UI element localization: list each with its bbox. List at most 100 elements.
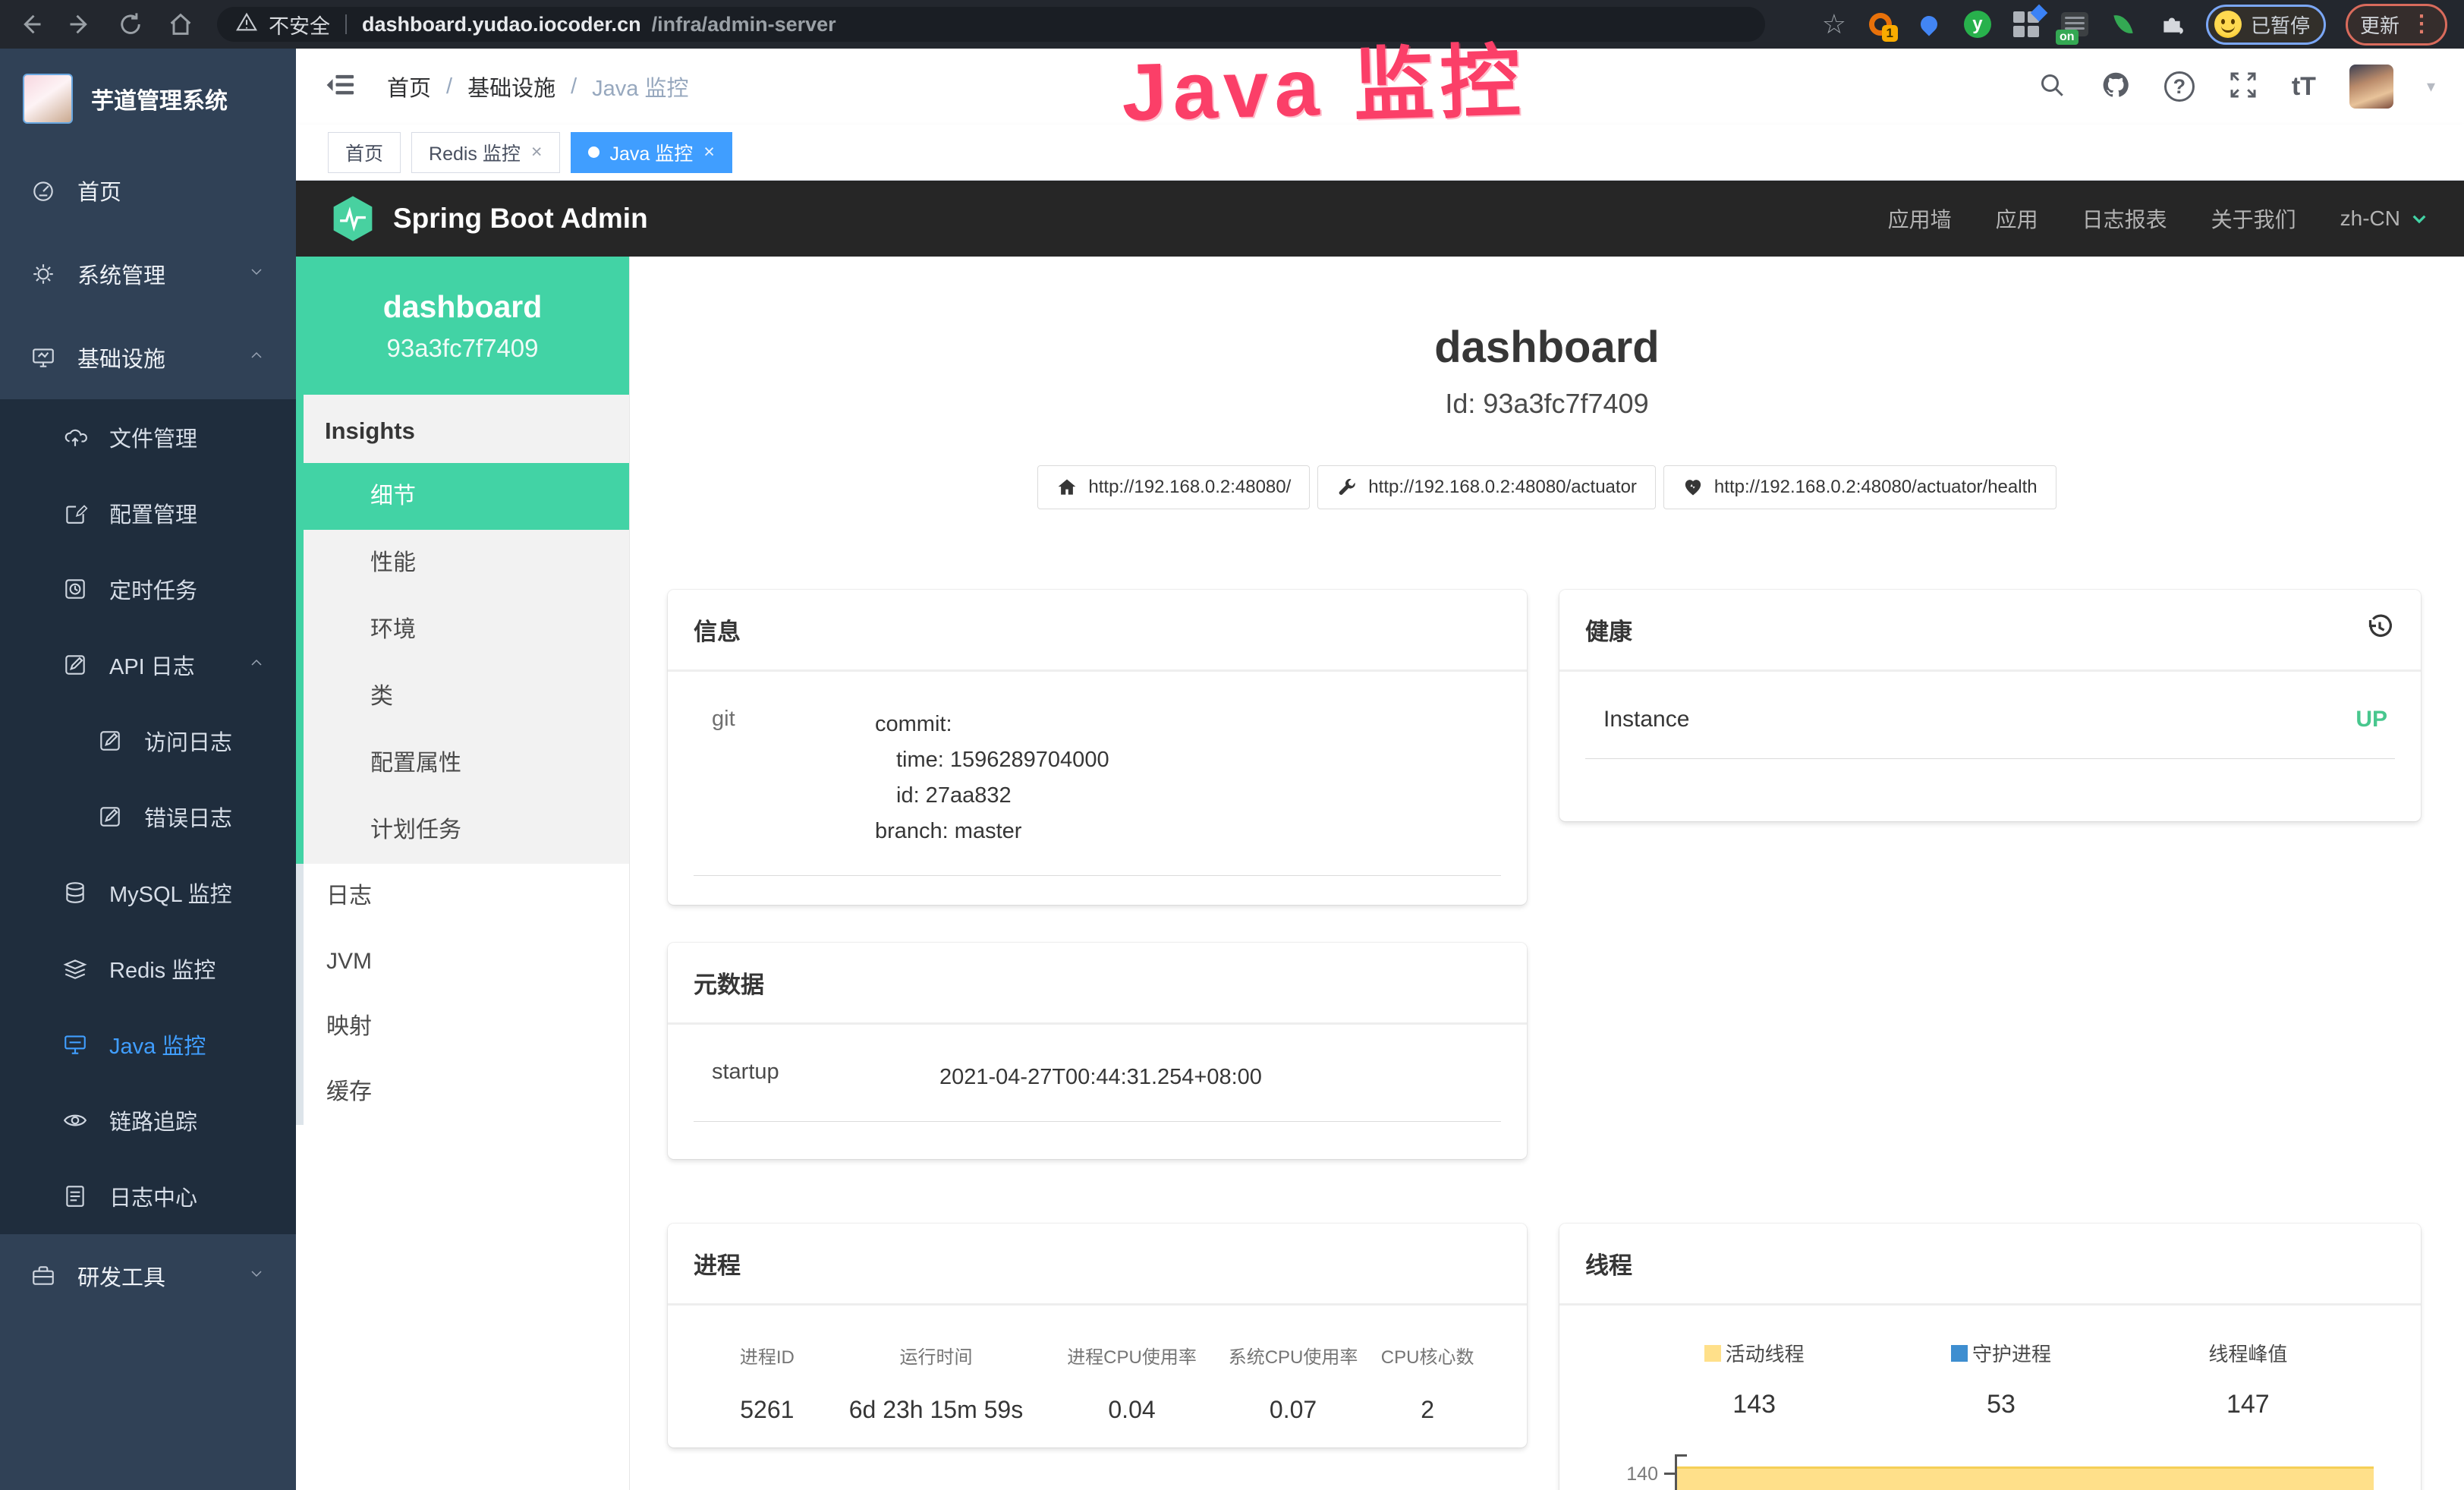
sidebar-item-system[interactable]: 系统管理 [0, 232, 296, 316]
sidebar-item-errorlog[interactable]: 错误日志 [0, 779, 296, 855]
back-icon[interactable] [17, 11, 44, 38]
sba-item-caches[interactable]: 缓存 [304, 1060, 629, 1125]
git-time-line: time: 1596289704000 [875, 742, 1109, 778]
close-icon[interactable]: × [703, 141, 715, 163]
tab-java[interactable]: Java 监控 × [571, 132, 732, 173]
browser-update-button[interactable]: 更新 ⋮ [2346, 4, 2447, 46]
sidebar-item-infra[interactable]: 基础设施 [0, 316, 296, 399]
process-pid: 5261 [713, 1396, 821, 1424]
sba-nav-applications[interactable]: 应用 [1996, 203, 2038, 234]
app-logo-row[interactable]: 芋道管理系统 [0, 49, 296, 149]
tab-redis[interactable]: Redis 监控 × [411, 132, 559, 173]
sba-item-classes[interactable]: 类 [304, 663, 629, 730]
sba-item-env[interactable]: 环境 [304, 597, 629, 663]
history-icon[interactable] [2365, 613, 2395, 647]
font-size-icon[interactable]: tT [2292, 72, 2316, 102]
breadcrumb-home[interactable]: 首页 [387, 71, 431, 102]
active-tab-dot [588, 146, 599, 158]
locale-selector[interactable]: zh-CN [2340, 206, 2429, 231]
on-extension-icon[interactable]: on [2060, 10, 2089, 39]
sidebar-item-devtools[interactable]: 研发工具 [0, 1234, 296, 1318]
breadcrumb-infra[interactable]: 基础设施 [467, 71, 555, 102]
avatar-caret-icon[interactable]: ▾ [2427, 77, 2435, 96]
address-bar[interactable]: 不安全 dashboard.yudao.iocoder.cn/infra/adm… [217, 7, 1765, 42]
grid-extension-icon[interactable] [2012, 10, 2041, 39]
header-actions: ? tT ▾ [2037, 65, 2435, 109]
chevron-up-icon [247, 653, 266, 678]
chevron-down-icon [247, 1264, 266, 1289]
bookmark-star-icon[interactable]: ☆ [1822, 11, 1846, 38]
sidebar-item-mysql[interactable]: MySQL 监控 [0, 855, 296, 931]
sidebar-item-config[interactable]: 配置管理 [0, 475, 296, 551]
browser-menu-icon[interactable]: ⋮ [2410, 15, 2433, 33]
sidebar-item-accesslog[interactable]: 访问日志 [0, 703, 296, 779]
reload-icon[interactable] [117, 11, 144, 38]
log-edit-icon [62, 652, 88, 678]
sidebar-item-java[interactable]: Java 监控 [0, 1006, 296, 1082]
actuator-url: http://192.168.0.2:48080/actuator [1368, 477, 1637, 498]
paused-extension-pill[interactable]: 已暂停 [2206, 5, 2326, 45]
paused-label: 已暂停 [2251, 11, 2310, 39]
help-icon[interactable]: ? [2164, 71, 2195, 102]
sba-item-details[interactable]: 细节 [296, 463, 629, 530]
process-header: CPU核心数 [1374, 1342, 1481, 1369]
sidebar-item-redis[interactable]: Redis 监控 [0, 931, 296, 1006]
sidebar-item-label: 链路追踪 [109, 1104, 197, 1136]
user-avatar[interactable] [2349, 65, 2393, 109]
info-card-title: 信息 [694, 613, 741, 647]
close-icon[interactable]: × [531, 141, 543, 163]
sba-item-scheduled[interactable]: 计划任务 [304, 797, 629, 864]
fullscreen-icon[interactable] [2228, 70, 2258, 104]
legend-label: 活动线程 [1726, 1339, 1805, 1367]
sba-nav-journal[interactable]: 日志报表 [2082, 203, 2167, 234]
sba-item-configprops[interactable]: 配置属性 [304, 730, 629, 797]
home-icon[interactable] [167, 11, 194, 38]
chevron-down-icon [2409, 209, 2429, 228]
sidebar-item-job[interactable]: 定时任务 [0, 551, 296, 627]
sidebar-item-apilog[interactable]: API 日志 [0, 627, 296, 703]
extensions-puzzle-icon[interactable] [2157, 10, 2186, 39]
sidebar-collapse-icon[interactable] [325, 69, 357, 105]
sidebar-item-trace[interactable]: 链路追踪 [0, 1082, 296, 1158]
sprout-extension-icon[interactable] [2109, 10, 2138, 39]
sidebar-item-home[interactable]: 首页 [0, 149, 296, 232]
sidebar-item-logcenter[interactable]: 日志中心 [0, 1158, 296, 1234]
y-extension-icon[interactable]: y [1963, 10, 1992, 39]
live-threads-area [1677, 1466, 2374, 1490]
threads-legend: 活动线程 143 守护进程 53 线程峰值 147 [1585, 1336, 2395, 1419]
github-icon[interactable] [2101, 70, 2131, 104]
sidebar-item-file[interactable]: 文件管理 [0, 399, 296, 475]
locale-label: zh-CN [2340, 206, 2400, 231]
browser-extensions: ☆ 1 y on 已暂停 更新 ⋮ [1822, 4, 2447, 46]
health-url: http://192.168.0.2:48080/actuator/health [1714, 477, 2038, 498]
orange-extension-icon[interactable]: 1 [1866, 10, 1895, 39]
metadata-row-label: startup [712, 1060, 939, 1095]
sba-item-mappings[interactable]: 映射 [304, 994, 629, 1060]
tab-home[interactable]: 首页 [328, 132, 401, 173]
sba-item-metrics[interactable]: 性能 [304, 530, 629, 597]
actuator-url-button[interactable]: http://192.168.0.2:48080/actuator [1317, 465, 1656, 509]
forward-icon[interactable] [67, 11, 94, 38]
mysql-icon [62, 880, 88, 906]
search-icon[interactable] [2037, 70, 2067, 104]
health-url-button[interactable]: http://192.168.0.2:48080/actuator/health [1663, 465, 2056, 509]
tab-label: Java 监控 [610, 139, 694, 166]
sba-item-jvm[interactable]: JVM [304, 929, 629, 994]
instance-name: dashboard [383, 289, 543, 325]
right-column: 健康 Instance UP 线程 [1559, 590, 2421, 1490]
service-url-button[interactable]: http://192.168.0.2:48080/ [1037, 465, 1310, 509]
browser-toolbar: 不安全 dashboard.yudao.iocoder.cn/infra/adm… [0, 0, 2464, 49]
page-instance-id: Id: 93a3fc7f7409 [630, 388, 2464, 420]
app-header: 首页 / 基础设施 / Java 监控 ? tT ▾ [296, 49, 2464, 124]
monitor-icon [30, 345, 56, 370]
live-threads-swatch [1704, 1345, 1721, 1362]
sba-nav-wallboard[interactable]: 应用墙 [1888, 203, 1952, 234]
info-row-git: git commit: time: 1596289704000 id: 27aa… [694, 707, 1501, 876]
pin-extension-icon[interactable] [1915, 10, 1943, 39]
sba-brand[interactable]: Spring Boot Admin [331, 195, 648, 242]
sba-nav-about[interactable]: 关于我们 [2211, 203, 2296, 234]
sba-item-logs[interactable]: 日志 [304, 864, 629, 929]
health-card-title: 健康 [1585, 613, 1632, 647]
infra-submenu: 文件管理 配置管理 定时任务 API 日志 访问日志 错误日志 [0, 399, 296, 1234]
info-card: 信息 git commit: time: 1596289704000 id: 2… [668, 590, 1527, 905]
